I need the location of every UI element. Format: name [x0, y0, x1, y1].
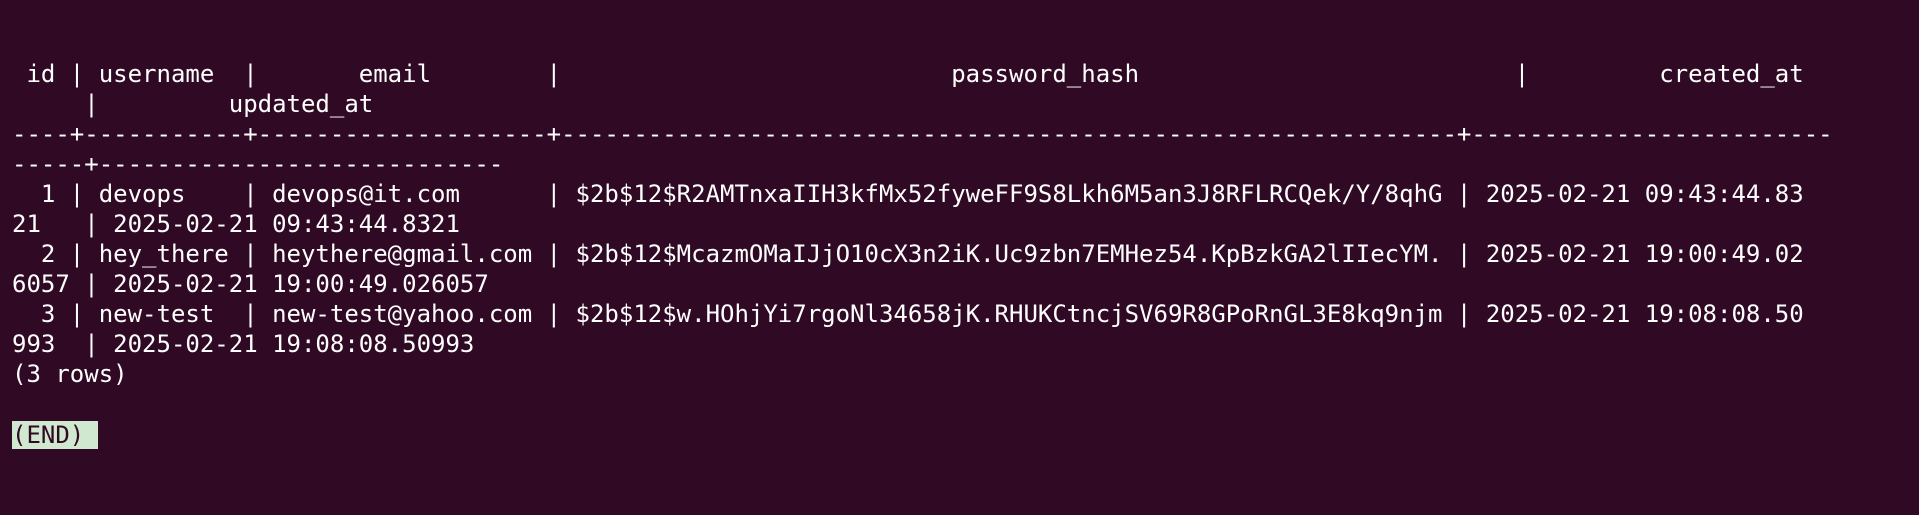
- table-row-wrapped: 6057 | 2025-02-21 19:00:49.026057: [12, 270, 489, 298]
- terminal-window[interactable]: id | username | email | password_hash | …: [0, 0, 1919, 515]
- table-row: 3 | new-test | new-test@yahoo.com | $2b$…: [12, 300, 1804, 328]
- table-header-line: id | username | email | password_hash | …: [12, 60, 1804, 88]
- table-separator-wrapped: -----+----------------------------: [12, 150, 504, 178]
- table-row: 1 | devops | devops@it.com | $2b$12$R2AM…: [12, 180, 1804, 208]
- pager-end-prompt[interactable]: (END): [12, 421, 99, 449]
- table-separator: ----+-----------+--------------------+--…: [12, 120, 1833, 148]
- table-row-wrapped: 993 | 2025-02-21 19:08:08.50993: [12, 330, 475, 358]
- row-count: (3 rows): [12, 360, 128, 388]
- table-row: 2 | hey_there | heythere@gmail.com | $2b…: [12, 240, 1804, 268]
- table-header-line-wrapped: | updated_at: [12, 90, 374, 118]
- table-row-wrapped: 21 | 2025-02-21 09:43:44.8321: [12, 210, 460, 238]
